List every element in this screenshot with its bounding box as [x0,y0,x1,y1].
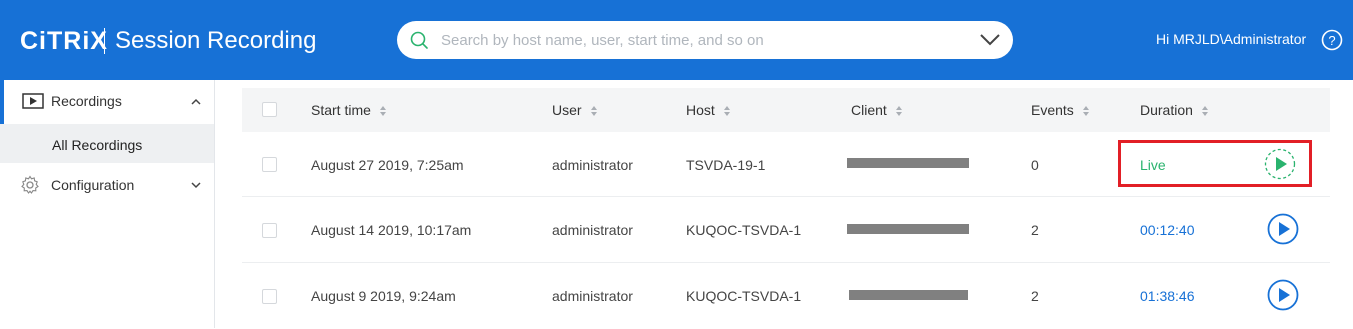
select-all-checkbox[interactable] [262,102,277,117]
sort-icon [895,106,902,117]
cell-user: administrator [552,222,633,238]
cell-host: KUQOC-TSVDA-1 [686,222,802,238]
chevron-up-icon[interactable] [191,98,201,105]
play-square-icon [22,93,44,109]
table-header: Start time User Host Client Events Durat… [242,88,1330,132]
cell-events: 2 [1031,288,1039,304]
gear-icon [21,175,39,194]
sort-icon [590,106,597,117]
cell-start-time: August 27 2019, 7:25am [311,157,464,173]
search-icon [410,31,428,49]
client-redacted [849,290,968,300]
sort-icon [1201,106,1208,117]
column-header-client[interactable]: Client [851,102,903,118]
column-header-start-time[interactable]: Start time [311,102,387,118]
column-header-duration[interactable]: Duration [1140,102,1209,118]
cell-events: 2 [1031,222,1039,238]
sort-icon [1082,106,1089,117]
citrix-logo: CiTRiX [20,27,108,55]
sort-icon [723,106,730,117]
help-icon[interactable]: ? [1321,29,1343,51]
table-row[interactable]: August 14 2019, 10:17am administrator KU… [242,198,1330,263]
sidebar: Recordings All Recordings Configuration [0,80,215,328]
search-input[interactable] [441,29,961,51]
cell-host: TSVDA-19-1 [686,157,766,173]
search-box[interactable] [397,21,1013,59]
duration-link[interactable]: 00:12:40 [1140,222,1195,238]
column-header-host[interactable]: Host [686,102,731,118]
play-icon[interactable] [1267,279,1299,311]
top-bar: CiTRiX Session Recording Hi MRJLD\Admini… [0,0,1353,80]
row-checkbox[interactable] [262,289,277,304]
column-header-user[interactable]: User [552,102,598,118]
play-icon[interactable] [1267,213,1299,245]
duration-link[interactable]: 01:38:46 [1140,288,1195,304]
column-header-events[interactable]: Events [1031,102,1090,118]
cell-events: 0 [1031,157,1039,173]
sidebar-item-configuration[interactable]: Configuration [0,170,214,200]
cell-user: administrator [552,288,633,304]
table-row[interactable]: August 9 2019, 9:24am administrator KUQO… [242,264,1330,329]
cell-user: administrator [552,157,633,173]
row-checkbox[interactable] [262,157,277,172]
sidebar-item-label: All Recordings [52,137,143,153]
sidebar-item-label: Configuration [51,177,135,193]
chevron-down-icon[interactable] [979,33,1001,47]
client-redacted [847,158,969,168]
chevron-down-icon[interactable] [191,182,201,189]
cell-start-time: August 9 2019, 9:24am [311,288,456,304]
row-checkbox[interactable] [262,223,277,238]
sidebar-item-label: Recordings [51,93,122,109]
logo-divider [104,28,105,54]
user-greeting[interactable]: Hi MRJLD\Administrator [1156,31,1306,47]
client-redacted [847,224,969,234]
cell-start-time: August 14 2019, 10:17am [311,222,472,238]
sort-icon [379,106,386,117]
live-highlight-box [1118,140,1312,187]
cell-host: KUQOC-TSVDA-1 [686,288,802,304]
app-title: Session Recording [115,27,317,54]
sidebar-item-recordings[interactable]: Recordings [0,80,214,124]
sidebar-item-all-recordings[interactable]: All Recordings [0,124,214,163]
svg-text:?: ? [1328,33,1335,48]
